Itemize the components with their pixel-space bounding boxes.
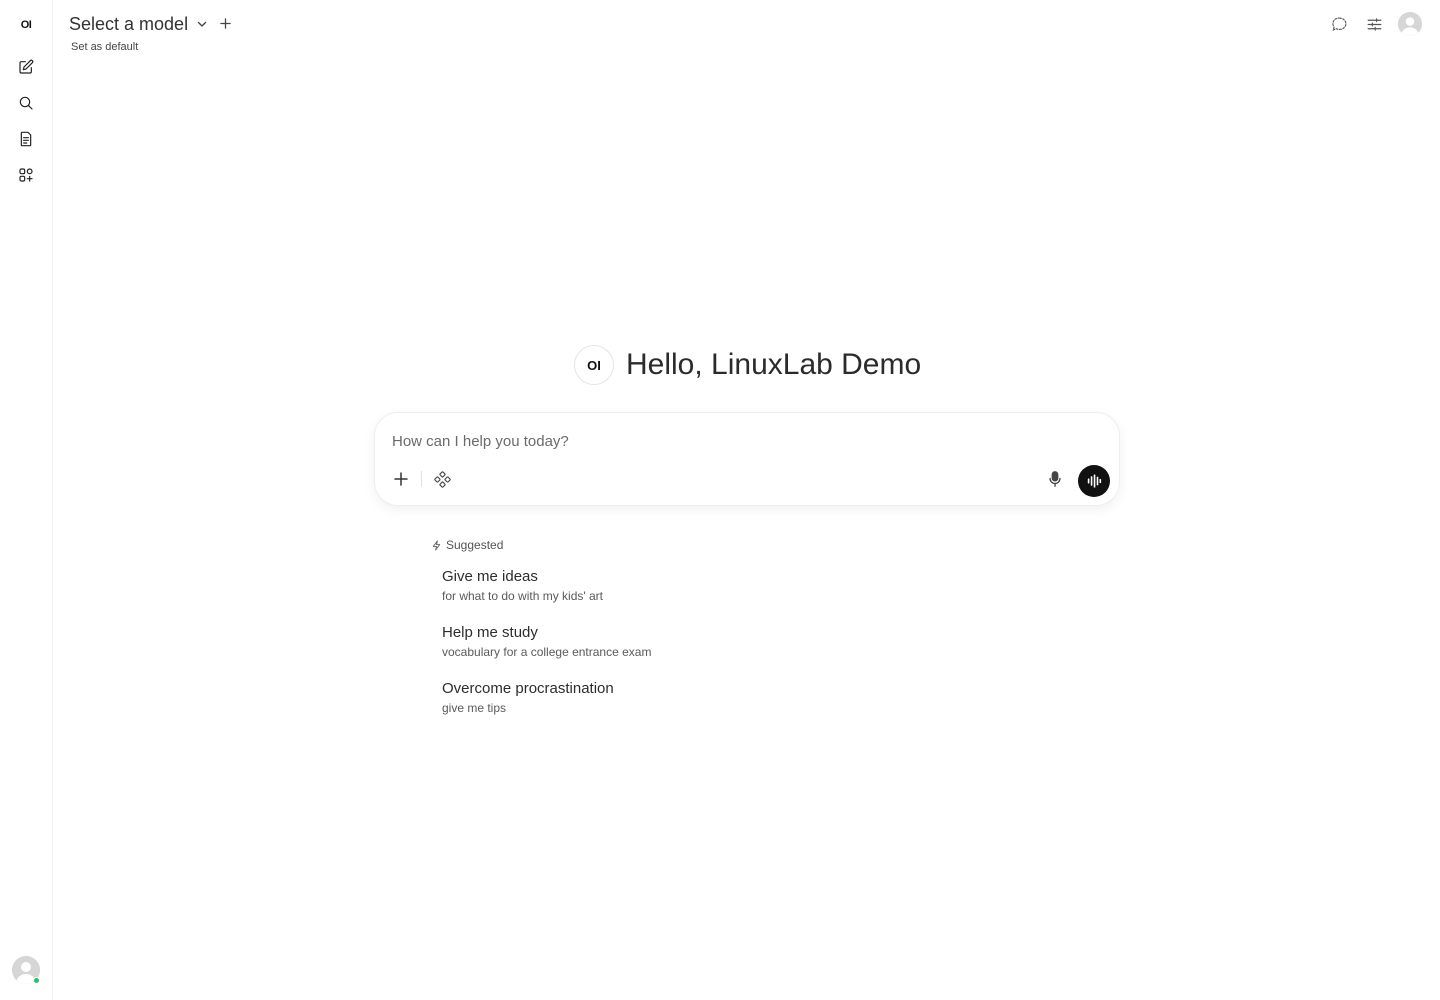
search-icon xyxy=(19,96,33,110)
chevron-down-icon xyxy=(197,21,207,27)
chat-input-box xyxy=(374,412,1120,506)
search-button[interactable] xyxy=(13,90,39,116)
greeting-block: OI Hello, LinuxLab Demo xyxy=(574,345,921,385)
audio-waveform-icon xyxy=(1087,474,1102,488)
set-as-default-link[interactable]: Set as default xyxy=(71,41,138,53)
voice-mode-button[interactable] xyxy=(1078,465,1110,497)
chat-controls-button[interactable] xyxy=(1362,12,1386,36)
plus-icon xyxy=(219,17,231,29)
suggested-heading-label: Suggested xyxy=(446,538,504,552)
pencil-square-icon xyxy=(19,59,34,74)
model-logo: OI xyxy=(574,345,614,385)
workspace-button[interactable] xyxy=(13,162,39,188)
suggestion-subtitle: give me tips xyxy=(442,701,507,715)
suggestion-title: Help me study xyxy=(442,624,538,641)
sliders-icon xyxy=(1367,17,1381,31)
suggestion-title: Overcome procrastination xyxy=(442,680,614,697)
suggestion-title: Give me ideas xyxy=(442,568,538,585)
attach-button[interactable] xyxy=(391,469,411,489)
add-model-button[interactable] xyxy=(218,16,232,30)
suggestion-subtitle: vocabulary for a college entrance exam xyxy=(442,645,652,659)
plus-icon xyxy=(394,472,408,486)
notes-button[interactable] xyxy=(13,126,39,152)
toolbar-divider xyxy=(421,471,422,487)
dashed-chat-bubble-icon xyxy=(1331,17,1346,31)
user-silhouette-icon xyxy=(1398,12,1422,36)
apps-plus-icon xyxy=(19,168,33,182)
sidebar-rail: OI xyxy=(0,0,53,1000)
greeting-title: Hello, LinuxLab Demo xyxy=(626,348,922,381)
app-logo[interactable]: OI xyxy=(13,12,39,38)
chat-message-input[interactable] xyxy=(392,429,1032,453)
microphone-icon xyxy=(1049,471,1061,487)
document-icon xyxy=(20,131,32,147)
suggested-heading: Suggested xyxy=(431,537,503,553)
new-chat-button[interactable] xyxy=(13,54,39,80)
model-selector[interactable]: Select a model xyxy=(69,12,208,36)
lightning-icon xyxy=(432,539,441,551)
suggestion-item[interactable]: Overcome procrastination give me tips xyxy=(442,679,702,716)
integrations-button[interactable] xyxy=(432,469,452,489)
suggestion-item[interactable]: Give me ideas for what to do with my kid… xyxy=(442,567,702,604)
online-status-dot xyxy=(33,977,40,984)
dictate-button[interactable] xyxy=(1045,469,1065,489)
suggestion-item[interactable]: Help me study vocabulary for a college e… xyxy=(442,623,702,660)
temporary-chat-button[interactable] xyxy=(1327,12,1351,36)
suggestion-subtitle: for what to do with my kids' art xyxy=(442,589,604,603)
profile-avatar[interactable] xyxy=(1398,12,1422,36)
model-selector-label: Select a model xyxy=(69,13,189,34)
app-root: OI Select a model Set as default OI Hell… xyxy=(0,0,1440,1000)
puzzle-diamond-icon xyxy=(433,470,451,488)
